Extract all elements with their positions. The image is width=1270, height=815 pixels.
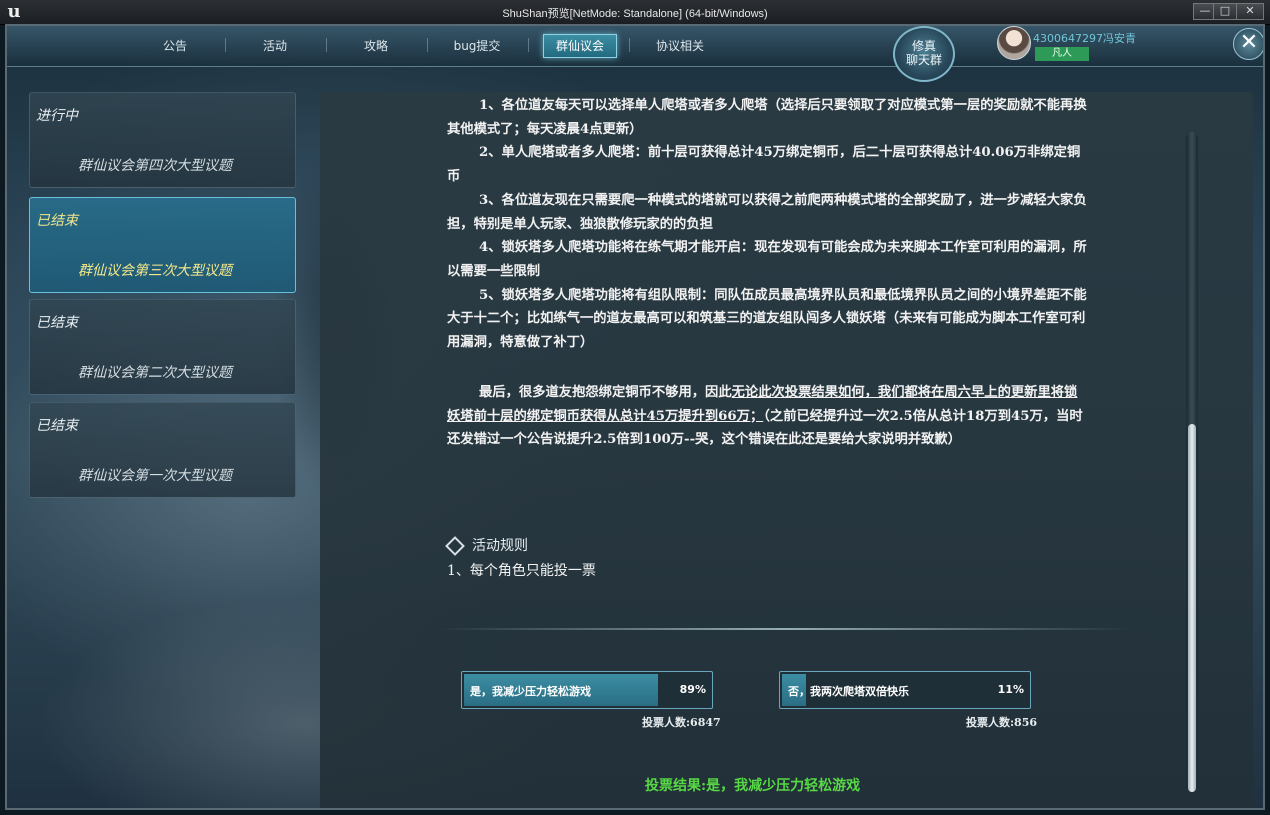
topic-name: 群仙议会第二次大型议题 bbox=[78, 365, 232, 381]
detail-item: 3、各位道友现在只需要爬一种模式的塔就可以获得之前爬两种模式塔的全部奖励了，进一… bbox=[447, 192, 1087, 232]
tab-bug-report[interactable]: bug提交 bbox=[437, 36, 517, 56]
topic-name: 群仙议会第一次大型议题 bbox=[78, 468, 232, 484]
avatar[interactable] bbox=[997, 26, 1031, 60]
topic-status: 已结束 bbox=[36, 213, 78, 229]
tab-separator bbox=[427, 38, 428, 52]
vote-option-no[interactable]: 否，我两次爬塔双倍快乐 11% bbox=[779, 671, 1031, 709]
window-title: ShuShan预览[NetMode: Standalone] (64-bit/W… bbox=[502, 8, 768, 20]
maximize-button[interactable]: □ bbox=[1213, 3, 1237, 20]
chat-group-button[interactable]: 修真 聊天群 bbox=[893, 26, 955, 82]
scrollbar-thumb[interactable] bbox=[1188, 424, 1196, 792]
tab-separator bbox=[326, 38, 327, 52]
topic-item-3[interactable]: 已结束 群仙议会第三次大型议题 bbox=[29, 197, 296, 293]
top-nav: 公告 活动 攻略 bug提交 群仙议会 协议相关 修真 聊天群 430064729… bbox=[5, 24, 1265, 82]
close-icon[interactable]: ✕ bbox=[1233, 28, 1265, 60]
detail-item: 2、单人爬塔或者多人爬塔：前十层可获得总计45万绑定铜币，后二十层可获得总计40… bbox=[447, 145, 1081, 185]
vote-option-label: 否，我两次爬塔双倍快乐 bbox=[788, 685, 909, 698]
rule-item: 1、每个角色只能投一票 bbox=[447, 563, 596, 579]
game-viewport: 公告 活动 攻略 bug提交 群仙议会 协议相关 修真 聊天群 430064729… bbox=[5, 24, 1265, 810]
topic-item-4[interactable]: 进行中 群仙议会第四次大型议题 bbox=[29, 92, 296, 188]
detail-item: 4、锁妖塔多人爬塔功能将在练气期才能开启：现在发现有可能会成为未来脚本工作室可利… bbox=[447, 240, 1087, 279]
username: 4300647297冯安青 bbox=[1033, 32, 1136, 45]
tab-separator bbox=[225, 38, 226, 52]
diamond-icon bbox=[445, 536, 465, 556]
vote-option-yes[interactable]: 是，我减少压力轻松游戏 89% bbox=[461, 671, 713, 709]
final-note: 最后，很多道友抱怨绑定铜币不够用，因此无论此次投票结果如何，我们都将在周六早上的… bbox=[447, 381, 1087, 452]
vote-count: 投票人数:6847 bbox=[642, 716, 721, 729]
chat-group-label: 修真 聊天群 bbox=[905, 39, 942, 67]
detail-item: 5、锁妖塔多人爬塔功能将有组队限制：同队伍成员最高境界队员和最低境界队员之间的小… bbox=[447, 287, 1087, 351]
rules-heading: 活动规则 bbox=[445, 535, 528, 556]
window-close-button[interactable]: ✕ bbox=[1236, 3, 1264, 20]
tab-separator bbox=[629, 38, 630, 52]
vote-option-label: 是，我减少压力轻松游戏 bbox=[470, 685, 591, 698]
topic-details: 1、各位道友每天可以选择单人爬塔或者多人爬塔（选择后只要领取了对应模式第一层的奖… bbox=[447, 94, 1087, 355]
vote-percent: 89% bbox=[679, 683, 706, 696]
tab-announcement[interactable]: 公告 bbox=[135, 36, 215, 56]
vote-result: 投票结果:是，我减少压力轻松游戏 bbox=[645, 778, 861, 794]
rank-badge: 凡人 bbox=[1035, 47, 1089, 61]
final-note-prefix: 最后，很多道友抱怨绑定铜币不够用，因此 bbox=[479, 385, 732, 400]
tab-events[interactable]: 活动 bbox=[235, 36, 315, 56]
detail-item: 1、各位道友每天可以选择单人爬塔或者多人爬塔（选择后只要领取了对应模式第一层的奖… bbox=[447, 98, 1087, 137]
window-titlebar: u ShuShan预览[NetMode: Standalone] (64-bit… bbox=[0, 0, 1270, 25]
topic-item-2[interactable]: 已结束 群仙议会第二次大型议题 bbox=[29, 299, 296, 395]
topic-name: 群仙议会第三次大型议题 bbox=[78, 263, 232, 279]
topic-status: 已结束 bbox=[36, 315, 78, 331]
topic-name: 群仙议会第四次大型议题 bbox=[78, 158, 232, 174]
topic-status: 进行中 bbox=[36, 108, 78, 124]
vote-percent: 11% bbox=[997, 683, 1024, 696]
rules-title: 活动规则 bbox=[472, 538, 528, 554]
tab-separator bbox=[528, 38, 529, 52]
vote-count: 投票人数:856 bbox=[966, 716, 1038, 729]
topic-status: 已结束 bbox=[36, 418, 78, 434]
topic-item-1[interactable]: 已结束 群仙议会第一次大型议题 bbox=[29, 402, 296, 498]
tab-guides[interactable]: 攻略 bbox=[336, 36, 416, 56]
tab-agreements[interactable]: 协议相关 bbox=[640, 36, 720, 56]
tab-council[interactable]: 群仙议会 bbox=[543, 34, 617, 58]
section-divider bbox=[440, 628, 1130, 630]
topic-content-panel: 1、各位道友每天可以选择单人爬塔或者多人爬塔（选择后只要领取了对应模式第一层的奖… bbox=[320, 92, 1253, 810]
